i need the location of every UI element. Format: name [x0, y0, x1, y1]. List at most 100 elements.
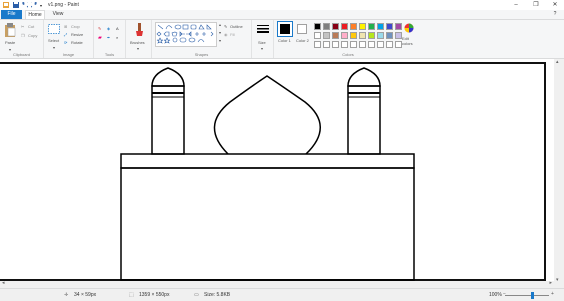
- palette-swatch[interactable]: [314, 41, 321, 48]
- palette-swatch[interactable]: [359, 32, 366, 39]
- palette-swatch[interactable]: [332, 23, 339, 30]
- palette-swatch[interactable]: [386, 32, 393, 39]
- crop-button[interactable]: Crop: [71, 24, 80, 29]
- text-icon[interactable]: A: [116, 26, 119, 31]
- close-icon[interactable]: ✕: [546, 0, 564, 10]
- palette-swatch[interactable]: [332, 32, 339, 39]
- fill-icon[interactable]: ◉: [224, 32, 228, 37]
- color-picker-icon[interactable]: ✒: [107, 35, 110, 40]
- pencil-icon[interactable]: ✎: [98, 26, 101, 31]
- palette-swatch[interactable]: [377, 32, 384, 39]
- palette-swatch[interactable]: [341, 23, 348, 30]
- palette-swatch[interactable]: [386, 23, 393, 30]
- palette-swatch[interactable]: [395, 23, 402, 30]
- palette-swatch[interactable]: [341, 41, 348, 48]
- shapes-scroll-up-icon[interactable]: ▴: [219, 22, 221, 27]
- zoom-slider-thumb[interactable]: [531, 292, 534, 299]
- paste-button[interactable]: Paste: [5, 40, 15, 45]
- palette-swatch[interactable]: [314, 23, 321, 30]
- select-icon[interactable]: [48, 24, 60, 37]
- brush-icon[interactable]: [133, 23, 145, 39]
- zoom-level: 100%: [489, 292, 502, 298]
- left-minaret-tower: [151, 85, 185, 155]
- palette-swatch[interactable]: [368, 23, 375, 30]
- status-bar: ✛ 34 × 59px ⬚ 1359 × 550px ▭ Size: 5.8KB…: [0, 288, 564, 301]
- minimize-icon[interactable]: –: [507, 0, 525, 10]
- drawing-canvas[interactable]: [0, 62, 546, 281]
- brushes-button[interactable]: Brushes: [130, 40, 145, 45]
- crop-icon[interactable]: ⊞: [64, 24, 67, 29]
- eraser-icon[interactable]: ▰: [98, 35, 102, 41]
- rotate-button[interactable]: Rotate: [71, 40, 83, 45]
- palette-swatch[interactable]: [377, 41, 384, 48]
- palette-swatch[interactable]: [323, 41, 330, 48]
- resize-icon[interactable]: ⤢: [64, 32, 67, 37]
- palette-swatch[interactable]: [350, 41, 357, 48]
- drawing: [120, 67, 415, 281]
- copy-button[interactable]: Copy: [28, 33, 37, 38]
- palette-swatch[interactable]: [395, 41, 402, 48]
- tab-file[interactable]: File: [1, 10, 22, 19]
- palette-swatch[interactable]: [323, 23, 330, 30]
- edit-colors-icon[interactable]: [404, 23, 414, 33]
- palette-swatch[interactable]: [323, 32, 330, 39]
- outline-icon[interactable]: ✎: [224, 24, 227, 29]
- fill-bucket-icon[interactable]: ◈: [107, 26, 110, 31]
- size-dropdown-icon[interactable]: ▾: [261, 46, 263, 51]
- scroll-up-icon[interactable]: ▴: [556, 59, 559, 65]
- palette-swatch[interactable]: [368, 32, 375, 39]
- shapes-label: Shapes: [194, 52, 209, 57]
- palette-swatch[interactable]: [332, 41, 339, 48]
- title-bar: ▾ v1.png - Paint – ❐ ✕: [0, 0, 564, 10]
- zoom-slider-track[interactable]: [505, 295, 549, 296]
- tab-home[interactable]: Home: [25, 10, 45, 19]
- help-icon[interactable]: ?: [548, 10, 562, 19]
- undo-icon[interactable]: [22, 0, 30, 8]
- palette-swatch[interactable]: [350, 32, 357, 39]
- color2-swatch[interactable]: [297, 24, 307, 34]
- horizontal-scrollbar[interactable]: ◂ ▸: [0, 280, 564, 288]
- size-lines-icon[interactable]: [257, 25, 269, 37]
- colors-group: Color 1 Color 2 Edit colors Colors: [274, 20, 422, 58]
- zoom-in-icon[interactable]: +: [551, 291, 554, 297]
- shapes-more-icon[interactable]: ▾: [219, 38, 221, 43]
- color2-label: Color 2: [296, 38, 309, 43]
- edit-colors-button[interactable]: Edit colors: [402, 36, 418, 46]
- color1-label: Color 1: [278, 38, 291, 43]
- scroll-left-icon[interactable]: ◂: [2, 280, 5, 286]
- palette-swatch[interactable]: [368, 41, 375, 48]
- select-dropdown-icon[interactable]: ▾: [53, 45, 55, 50]
- size-button[interactable]: Size: [258, 40, 266, 45]
- palette-swatch[interactable]: [386, 41, 393, 48]
- palette-swatch[interactable]: [350, 23, 357, 30]
- scroll-right-icon[interactable]: ▸: [549, 280, 552, 286]
- tab-view[interactable]: View: [48, 10, 68, 19]
- vertical-scrollbar[interactable]: ▴ ▾: [554, 59, 564, 283]
- tools-group: ✎ ◈ A ▰ ✒ ⌕ Tools: [94, 20, 126, 58]
- brushes-dropdown-icon[interactable]: ▾: [137, 46, 139, 51]
- cut-icon[interactable]: ✂: [21, 24, 24, 29]
- outline-button[interactable]: Outline: [230, 24, 243, 29]
- palette-swatch[interactable]: [341, 32, 348, 39]
- save-icon[interactable]: [13, 2, 19, 8]
- palette-swatch[interactable]: [395, 32, 402, 39]
- cut-button[interactable]: Cut: [28, 24, 34, 29]
- rotate-icon[interactable]: ⟳: [64, 40, 67, 45]
- shapes-scroll-down-icon[interactable]: ▾: [219, 30, 221, 35]
- palette-swatch[interactable]: [314, 32, 321, 39]
- palette-swatch[interactable]: [377, 23, 384, 30]
- select-button[interactable]: Select: [48, 38, 59, 43]
- customize-toolbar-icon[interactable]: ▾: [40, 3, 46, 9]
- zoom-out-icon[interactable]: −: [503, 291, 506, 297]
- redo-icon[interactable]: [29, 0, 37, 8]
- palette-swatch[interactable]: [359, 41, 366, 48]
- shapes-gallery[interactable]: [155, 22, 217, 47]
- copy-icon[interactable]: ❐: [21, 33, 25, 38]
- color1-swatch[interactable]: [277, 21, 293, 37]
- palette-swatch[interactable]: [359, 23, 366, 30]
- magnifier-icon[interactable]: ⌕: [116, 35, 118, 40]
- fill-button[interactable]: Fill: [230, 32, 235, 37]
- maximize-icon[interactable]: ❐: [527, 0, 545, 10]
- resize-button[interactable]: Resize: [71, 32, 83, 37]
- paste-icon[interactable]: [4, 23, 16, 39]
